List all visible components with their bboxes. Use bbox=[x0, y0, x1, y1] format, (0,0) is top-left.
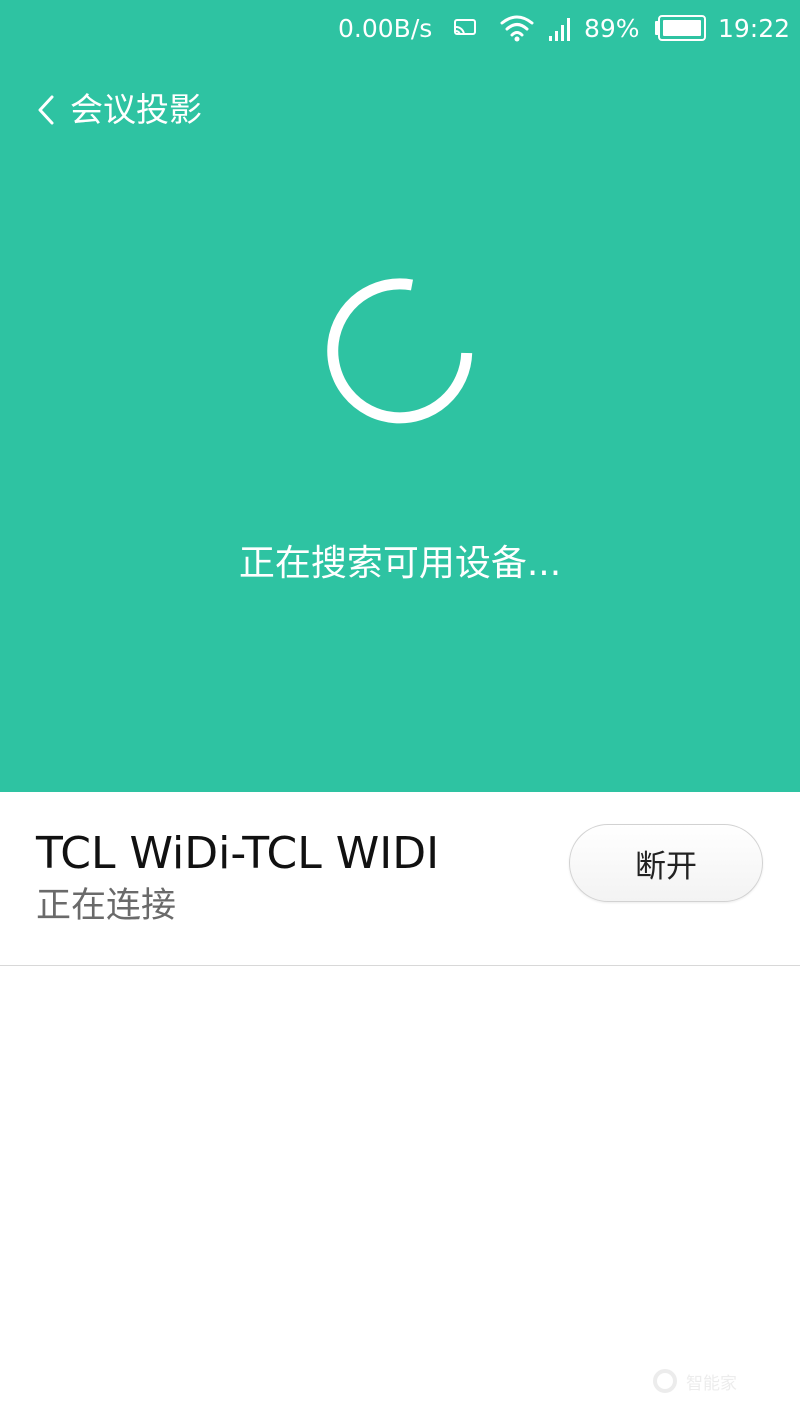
status-bar: 0.00B/s 89% 19:22 bbox=[0, 0, 800, 56]
network-speed: 0.00B/s bbox=[338, 13, 433, 43]
watermark-logo-icon bbox=[653, 1369, 677, 1393]
watermark: 智能家 bbox=[652, 1366, 737, 1396]
device-list-item[interactable]: TCL WiDi-TCL WIDI 正在连接 断开 bbox=[0, 792, 800, 966]
chevron-left-icon bbox=[38, 95, 54, 125]
title-bar: 会议投影 bbox=[0, 80, 800, 140]
battery-icon bbox=[654, 10, 706, 46]
battery-percent: 89% bbox=[584, 13, 640, 43]
back-button[interactable] bbox=[28, 88, 64, 132]
signal-icon bbox=[548, 10, 574, 46]
hero-section: 0.00B/s 89% 19:22 会议投影 正在搜索可用设备... bbox=[0, 0, 800, 792]
searching-status-text: 正在搜索可用设备... bbox=[238, 543, 562, 584]
disconnect-button[interactable]: 断开 bbox=[569, 824, 763, 902]
status-clock: 19:22 bbox=[718, 13, 791, 43]
wifi-icon bbox=[500, 10, 534, 46]
watermark-text: 智能家 bbox=[686, 1373, 737, 1394]
device-connection-status: 正在连接 bbox=[36, 886, 177, 926]
page-title: 会议投影 bbox=[70, 90, 202, 129]
cast-icon bbox=[454, 10, 476, 46]
loading-spinner-icon bbox=[327, 278, 473, 424]
device-name: TCL WiDi-TCL WIDI bbox=[36, 828, 440, 879]
